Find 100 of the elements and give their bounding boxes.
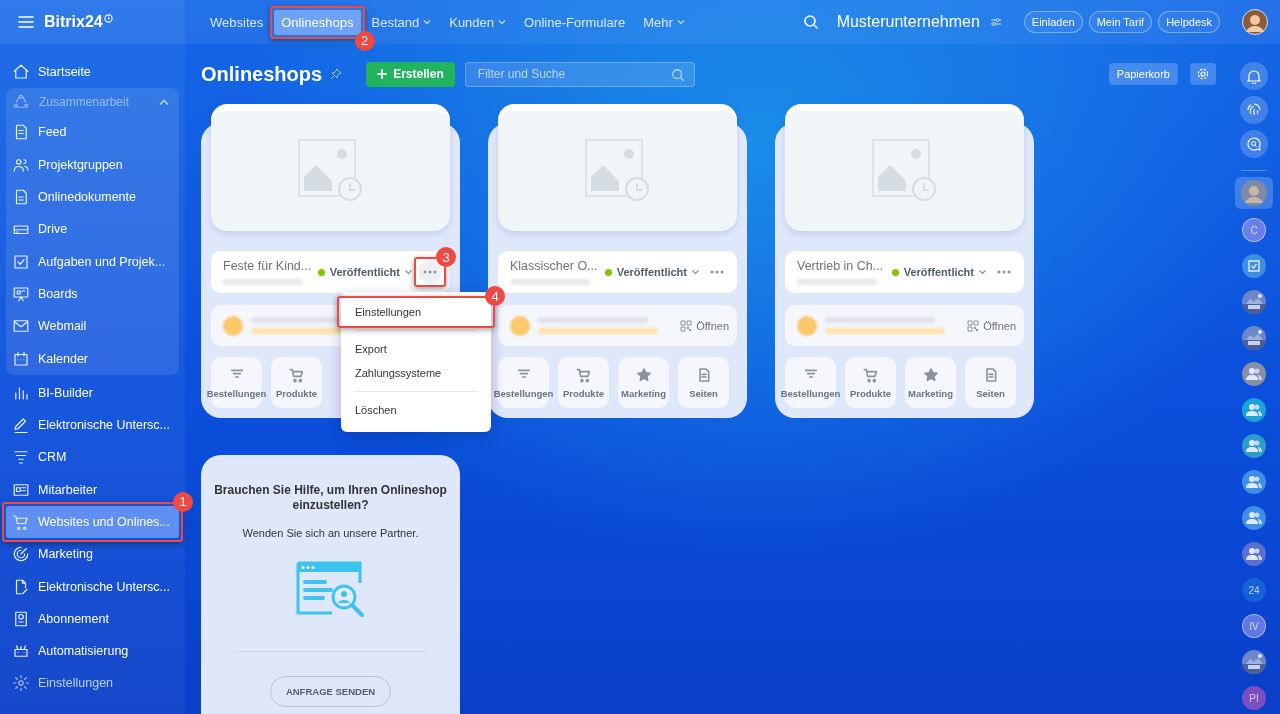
nav-tab[interactable]: Onlineshops <box>274 9 361 35</box>
clock-icon <box>103 13 113 23</box>
fingerprint-button[interactable] <box>1240 96 1268 124</box>
image-placeholder-icon <box>297 139 364 203</box>
pin-icon[interactable] <box>330 68 343 80</box>
image-placeholder-icon <box>871 139 938 203</box>
chat-item[interactable]: IV <box>1235 611 1273 641</box>
chat-search-button[interactable] <box>1240 130 1268 158</box>
chat-initials: 24 <box>1242 578 1266 602</box>
sidebar-item[interactable]: Kalender <box>6 342 179 375</box>
search-icon[interactable] <box>802 14 819 30</box>
chevron-down-icon <box>676 19 685 25</box>
step-badge: 1 <box>173 491 193 512</box>
status-dropdown[interactable]: Veröffentlicht <box>329 266 413 278</box>
step-badge: 4 <box>485 286 505 306</box>
status-dropdown[interactable]: Veröffentlicht <box>616 266 700 278</box>
chevron-down-icon <box>498 19 507 25</box>
search-window-icon <box>295 561 366 619</box>
sidebar-item[interactable]: BI-Builder <box>6 376 179 409</box>
help-title: Brauchen Sie Hilfe, um Ihren Onlineshop einzustellen? <box>213 483 448 513</box>
star-icon <box>922 366 939 383</box>
chat-search-icon <box>1247 137 1261 151</box>
sidebar-item[interactable]: CRM <box>6 441 179 474</box>
notifications-button[interactable] <box>1240 62 1268 90</box>
sliders-icon[interactable] <box>989 17 1002 27</box>
status-dot <box>317 268 325 276</box>
checkbox-icon <box>12 252 30 271</box>
sidebar-item[interactable]: Marketing <box>6 538 179 571</box>
sidebar-item[interactable]: Websites und Onlines... <box>6 505 179 539</box>
more-icon <box>997 270 1011 274</box>
step-badge: 3 <box>436 247 456 267</box>
shop-action-tile[interactable]: Produkte <box>558 357 609 408</box>
menu-icon[interactable] <box>18 15 34 29</box>
settings-button[interactable] <box>1190 63 1216 85</box>
chat-initials: C <box>1242 218 1266 242</box>
chevron-down-icon <box>978 269 987 275</box>
shop-action-tile[interactable]: Marketing <box>905 357 956 408</box>
sidebar-item[interactable]: Automatisierung <box>6 635 179 668</box>
plus-icon <box>377 69 388 79</box>
box-icon <box>12 609 30 628</box>
chevron-down-icon <box>404 269 413 275</box>
cart-icon <box>575 366 592 383</box>
logo[interactable]: Bitrix24 <box>44 13 103 31</box>
blurred-avatar <box>223 315 243 336</box>
qr-code-icon <box>680 319 693 332</box>
menu-item[interactable]: Zahlungssysteme <box>341 361 491 385</box>
fingerprint-icon <box>1247 103 1261 117</box>
shop-action-tile[interactable]: Produkte <box>271 357 322 408</box>
status-dropdown[interactable]: Veröffentlicht <box>903 266 987 278</box>
header-button[interactable]: Einladen <box>1023 11 1083 33</box>
sidebar-item[interactable]: Webmail <box>6 310 179 343</box>
help-text: Wenden Sie sich an unsere Partner. <box>242 527 419 539</box>
status-dot <box>604 268 612 276</box>
shop-action-tile[interactable]: Seiten <box>678 357 729 408</box>
nav-tab[interactable]: Mehr <box>636 9 692 35</box>
chat-item[interactable]: 24 <box>1235 575 1273 605</box>
more-icon <box>423 270 437 274</box>
header-button[interactable]: Helpdesk <box>1158 11 1220 33</box>
chat-item[interactable] <box>1235 177 1273 209</box>
create-button[interactable]: Erstellen <box>366 61 455 87</box>
chat-item[interactable]: C <box>1235 215 1273 245</box>
shop-name[interactable]: Vertrieb in Ch... <box>797 259 887 273</box>
nav-tab[interactable]: Websites <box>203 9 271 35</box>
cart-icon <box>12 513 30 531</box>
shop-action-tile[interactable]: Marketing <box>618 357 669 408</box>
trash-button[interactable]: Papierkorb <box>1108 63 1178 85</box>
sidebar-item[interactable]: Drive <box>6 213 179 246</box>
gear-icon <box>12 674 30 693</box>
blurred-avatar <box>510 315 530 336</box>
avatar[interactable] <box>1242 9 1268 35</box>
bell-icon <box>1247 68 1261 84</box>
sidebar-item[interactable]: Elektronische Untersc... <box>6 570 179 603</box>
nav-tab[interactable]: Online-Formulare <box>517 9 633 35</box>
shop-action-tile[interactable]: Seiten <box>965 357 1016 408</box>
menu-item[interactable]: Export <box>341 337 491 361</box>
open-button[interactable]: Öffnen <box>967 319 1016 332</box>
sidebar-item[interactable]: Abonnement <box>6 602 179 636</box>
avatar <box>1241 180 1267 206</box>
sidebar-item[interactable]: Boards <box>6 277 179 311</box>
sidebar-item[interactable]: Aufgaben und Projek... <box>6 245 179 278</box>
sidebar-item[interactable]: Feed <box>6 116 179 149</box>
chat-item[interactable]: PI <box>1235 683 1273 713</box>
nav-tab[interactable]: Kunden <box>442 9 514 35</box>
sidebar-item[interactable]: Onlinedokumente <box>6 180 179 214</box>
pen-icon <box>12 416 30 435</box>
sidebar-item[interactable]: Elektronische Untersc... <box>6 408 179 442</box>
shop-name[interactable]: Klassischer O... <box>510 259 600 273</box>
menu-item[interactable]: Löschen <box>341 398 491 422</box>
shop-action-tile[interactable]: Produkte <box>845 357 896 408</box>
sidebar-item[interactable]: Einstellungen <box>6 667 179 700</box>
chat-initials: IV <box>1242 614 1266 638</box>
board-icon <box>12 284 30 303</box>
shop-name[interactable]: Feste für Kind... <box>223 259 313 273</box>
open-button[interactable]: Öffnen <box>680 319 729 332</box>
sidebar-item[interactable]: Startseite <box>6 56 179 89</box>
company-name[interactable]: Musterunternehmen <box>836 13 980 31</box>
chevron-icon <box>159 98 169 106</box>
header-button[interactable]: Mein Tarif <box>1088 11 1153 33</box>
star-icon <box>635 366 652 383</box>
sidebar-item[interactable]: Projektgruppen <box>6 148 179 181</box>
